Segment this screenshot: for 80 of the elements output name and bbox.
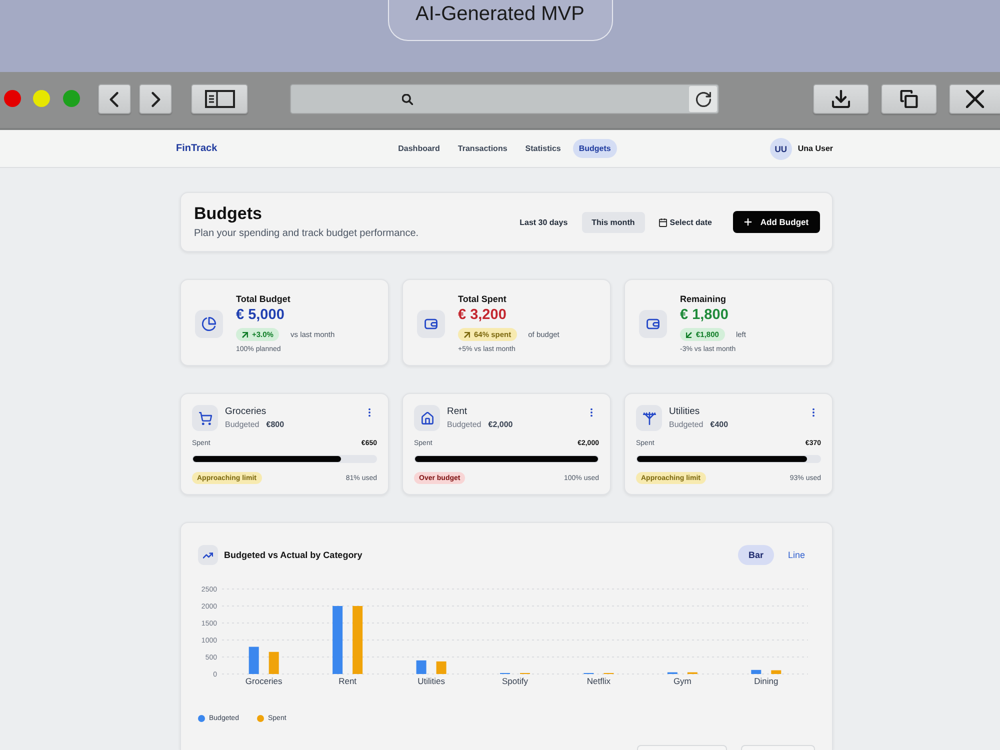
download-icon (832, 90, 850, 108)
reload-button[interactable] (689, 86, 717, 112)
summary-amount: € 3,200 (458, 306, 506, 324)
user-avatar[interactable]: UU (770, 138, 792, 160)
copy-icon (900, 90, 918, 108)
date-range-tab[interactable]: Last 30 days (510, 212, 578, 232)
category-axis-label: Netflix (586, 676, 611, 686)
trend-up-icon (198, 545, 218, 565)
category-name: Groceries (225, 405, 268, 418)
reload-icon (696, 92, 710, 106)
user-name[interactable]: Una User (798, 144, 833, 153)
budgeted-amount: €400 (710, 419, 728, 431)
wallet-icon (639, 310, 667, 338)
summary-title: Total Spent (458, 293, 506, 305)
category-name: Utilities (669, 405, 701, 418)
nav-link[interactable]: Transactions (452, 139, 514, 158)
utility-pole-icon (636, 405, 662, 431)
brand-logo[interactable]: FinTrack (176, 143, 218, 154)
date-range-tab[interactable]: This month (582, 212, 645, 232)
summary-title: Remaining (680, 293, 726, 305)
summary-amount: € 1,800 (680, 306, 728, 324)
chevron-left-icon (109, 90, 120, 108)
minimize-window-dot-icon[interactable] (33, 90, 50, 107)
category-axis-label: Dining (754, 676, 778, 686)
search-icon (402, 94, 413, 104)
chart-bar (416, 660, 426, 674)
page-title: Budgets (194, 204, 263, 224)
chart-title: Budgeted vs Actual by Category (224, 550, 362, 560)
chart-bar (751, 670, 762, 674)
caption-label: AI-Generated MVP (388, 0, 612, 41)
calendar-icon (658, 218, 667, 226)
budgeted-label: Budgeted (225, 419, 260, 431)
cart-icon (192, 405, 218, 431)
chart-type-tab[interactable]: Bar (738, 545, 774, 565)
close-window-dot-icon[interactable] (4, 90, 21, 107)
house-icon (414, 405, 440, 431)
pie-chart-icon (195, 310, 223, 338)
chart-bar (248, 646, 259, 674)
download-button[interactable] (813, 84, 869, 114)
arrow-down-left-icon (686, 332, 692, 338)
category-name: Rent (447, 405, 468, 418)
close-button[interactable] (949, 84, 1000, 114)
arrow-up-right-icon (464, 332, 470, 338)
nav-link[interactable]: Budgets (572, 139, 617, 158)
chart-bar (268, 652, 279, 674)
chart-bar (436, 661, 446, 674)
summary-title: Total Budget (236, 293, 290, 305)
budgeted-label: Budgeted (669, 419, 704, 431)
more-options-icon[interactable] (590, 408, 593, 417)
category-axis-label: Groceries (245, 676, 282, 686)
category-axis-label: Gym (673, 676, 692, 686)
copy-button[interactable] (881, 84, 937, 114)
arrow-up-right-icon (242, 332, 248, 338)
nav-link[interactable]: Statistics (519, 139, 567, 158)
budgeted-amount: €800 (266, 419, 284, 431)
sidebar-button[interactable] (191, 84, 248, 114)
chevron-right-icon (150, 90, 161, 108)
category-axis-label: Utilities (418, 676, 445, 686)
nav-link[interactable]: Dashboard (392, 139, 446, 158)
wallet-icon (417, 310, 445, 338)
page-subtitle: Plan your spending and track budget performance. (194, 227, 419, 240)
chart-bar (332, 606, 343, 674)
summary-amount: € 5,000 (236, 306, 284, 324)
zoom-window-dot-icon[interactable] (63, 90, 80, 107)
budgeted-amount: €2,000 (488, 419, 513, 431)
budgeted-label: Budgeted (447, 419, 482, 431)
sidebar-icon (204, 90, 234, 108)
more-options-icon[interactable] (368, 408, 371, 417)
chart-bar (771, 670, 782, 674)
add-budget-button[interactable]: Add Budget (733, 211, 820, 233)
category-axis-label: Spotify (502, 676, 528, 686)
plus-icon (744, 218, 752, 226)
chart-type-tab[interactable]: Line (788, 545, 805, 565)
more-options-icon[interactable] (812, 408, 815, 417)
category-axis-label: Rent (338, 676, 357, 686)
back-button[interactable] (98, 84, 131, 114)
close-icon (966, 90, 984, 108)
select-date-button[interactable]: Select date (654, 212, 716, 232)
chart-bar (352, 606, 363, 674)
forward-button[interactable] (139, 84, 172, 114)
